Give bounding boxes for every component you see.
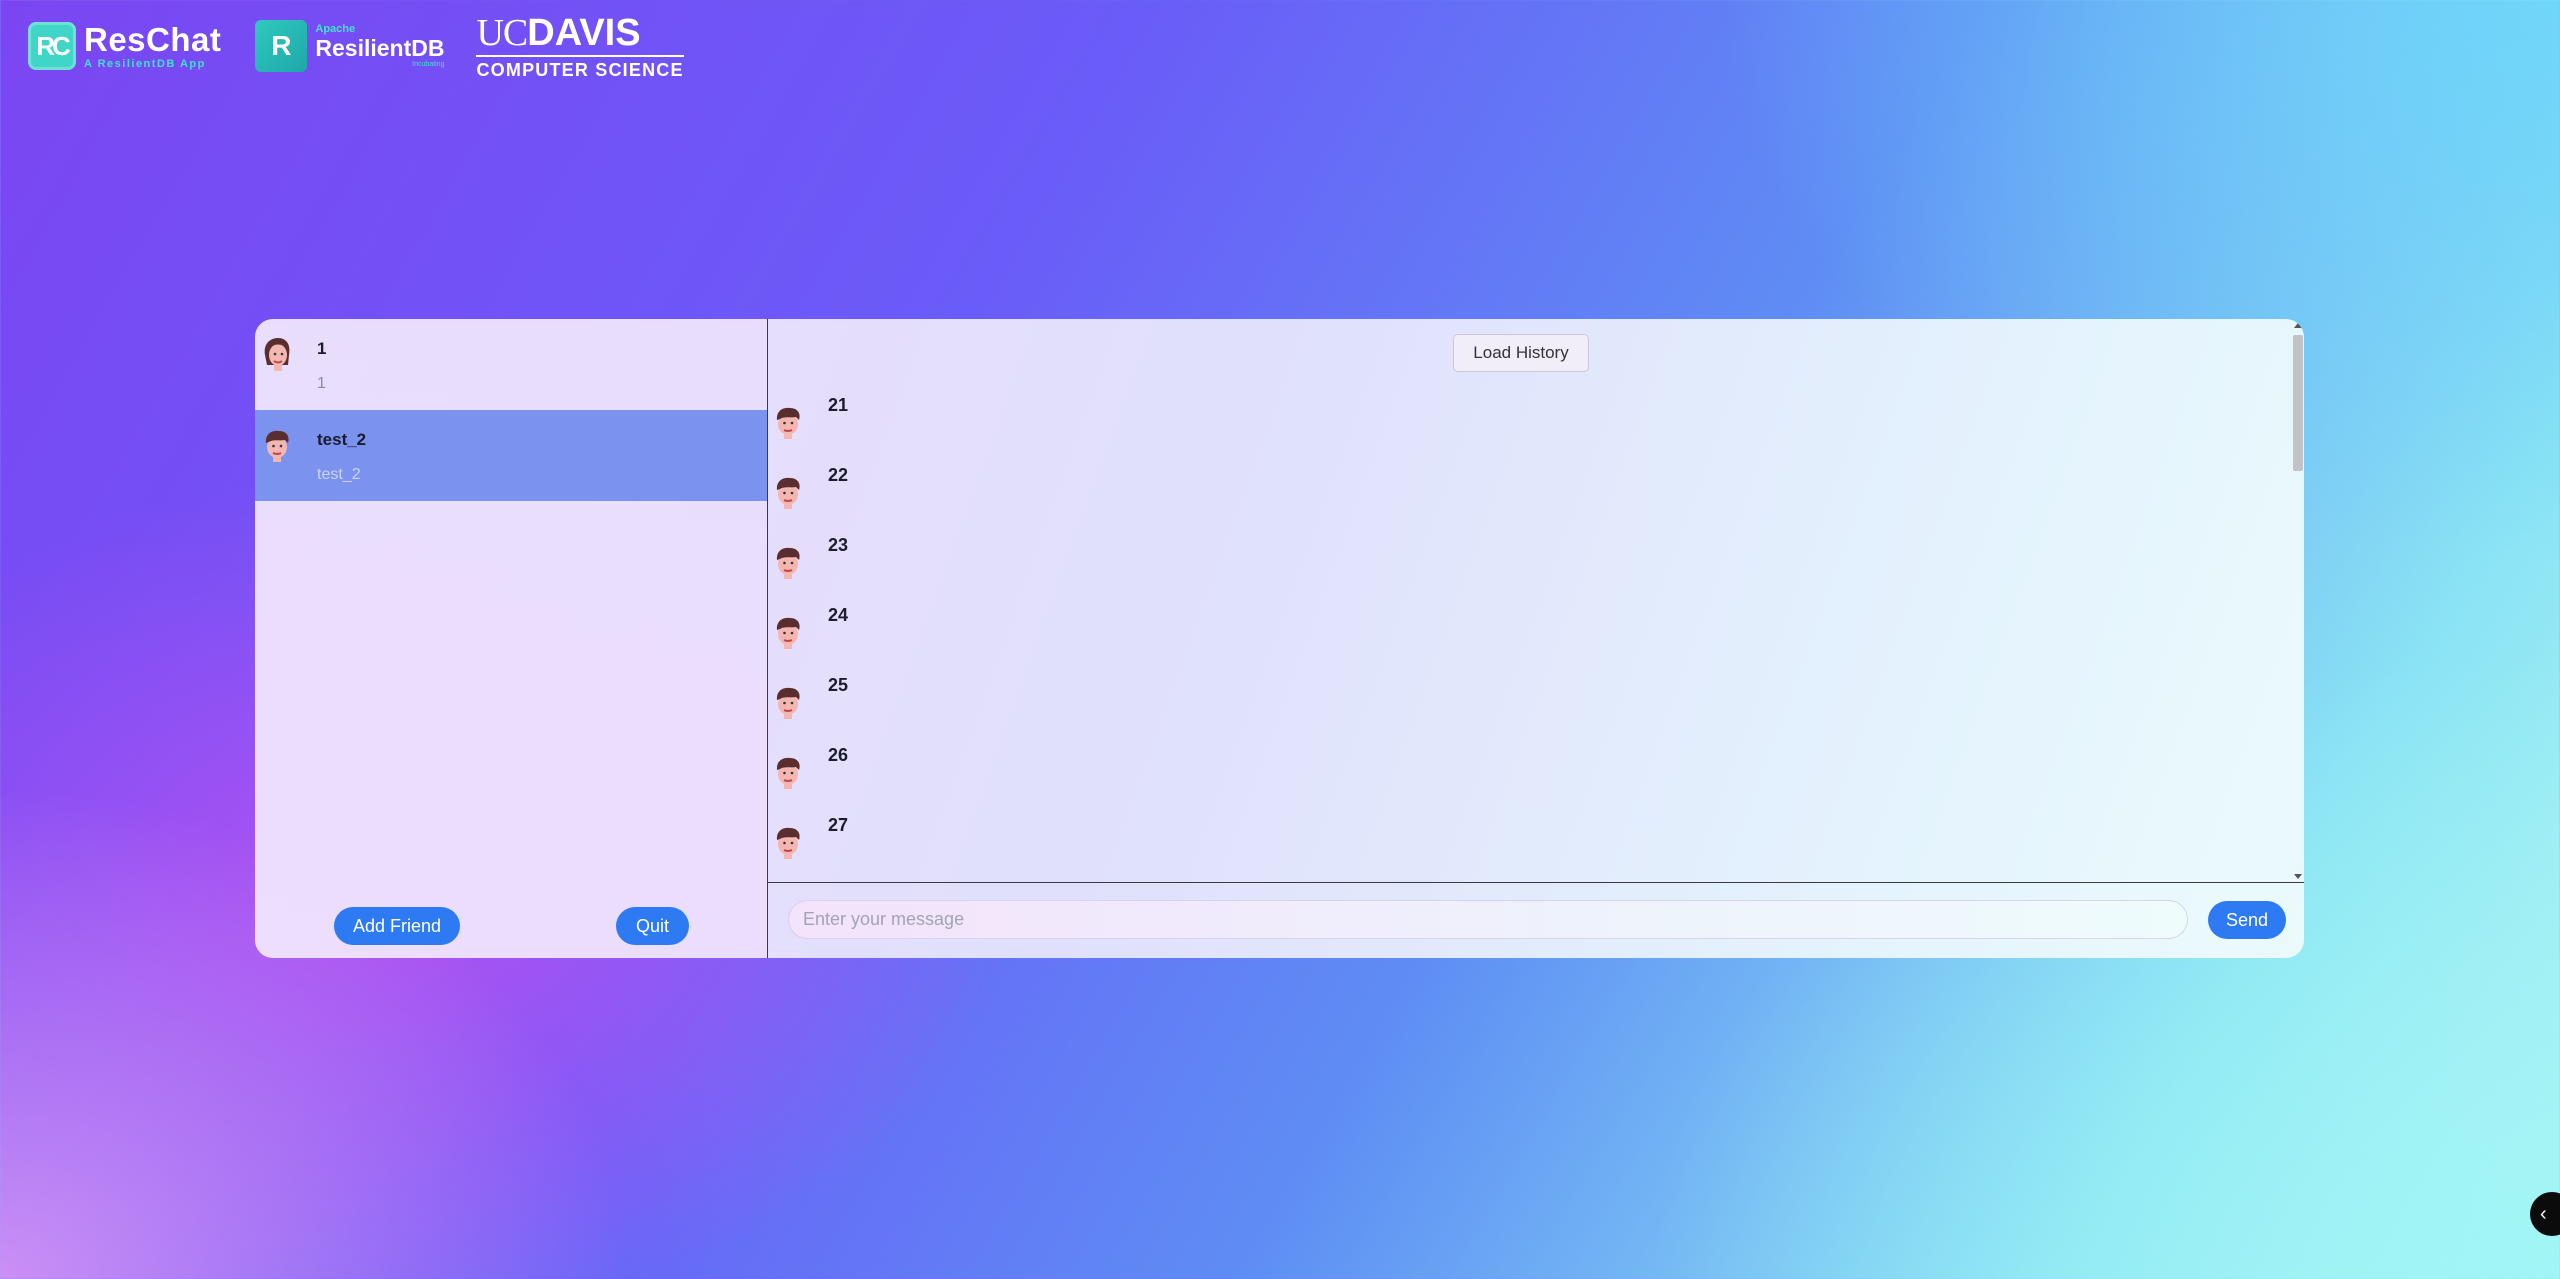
resilientdb-title: ResilientDB bbox=[315, 35, 445, 61]
message-text: 27 bbox=[828, 815, 849, 835]
male-avatar-icon bbox=[772, 615, 804, 654]
resilientdb-incubating-label: Incubating bbox=[412, 61, 445, 68]
reschat-logo-icon: RC bbox=[28, 22, 76, 70]
scroll-up-icon[interactable] bbox=[2294, 323, 2302, 328]
male-avatar-icon bbox=[772, 405, 804, 444]
message-input[interactable] bbox=[788, 900, 2188, 939]
messages-scrollbar[interactable] bbox=[2292, 323, 2304, 879]
message-text: 24 bbox=[828, 605, 849, 625]
friends-actions: Add Friend Quit bbox=[255, 907, 767, 945]
scroll-thumb[interactable] bbox=[2293, 335, 2303, 471]
add-friend-button[interactable]: Add Friend bbox=[334, 907, 460, 945]
friend-name: 1 bbox=[317, 339, 327, 358]
friends-panel: 1 1 test_2 test_2 Add Friend Quit bbox=[255, 319, 768, 958]
message-text: 23 bbox=[828, 535, 849, 555]
male-avatar-icon bbox=[772, 825, 804, 864]
ucdavis-divider bbox=[476, 54, 685, 57]
ucdavis-title: UCDAVIS bbox=[476, 11, 641, 54]
chevron-left-icon[interactable]: ‹ bbox=[2530, 1192, 2560, 1236]
load-history-button[interactable]: Load History bbox=[1453, 334, 1589, 372]
message-text: 25 bbox=[828, 675, 849, 695]
male-avatar-icon bbox=[772, 755, 804, 794]
message-text: 22 bbox=[828, 465, 849, 485]
message-text: 21 bbox=[828, 395, 849, 415]
reschat-title: ResChat bbox=[84, 20, 222, 58]
message-list-area: Load History 21 22 23 24 25 26 27 bbox=[768, 319, 2294, 882]
ucdavis-logo[interactable]: UCDAVIS COMPUTER SCIENCE bbox=[476, 11, 685, 80]
friend-subtitle: test_2 bbox=[317, 466, 361, 483]
friend-subtitle: 1 bbox=[317, 375, 326, 392]
reschat-logo[interactable]: RC ResChat A ResilientDB App bbox=[28, 22, 221, 70]
resilientdb-apache-label: Apache bbox=[315, 23, 356, 35]
male-avatar-icon bbox=[772, 545, 804, 584]
chat-panel: Load History 21 22 23 24 25 26 27 Send bbox=[768, 319, 2304, 958]
male-avatar-icon bbox=[772, 475, 804, 514]
resilientdb-logo-icon: R bbox=[255, 20, 308, 72]
chat-card: 1 1 test_2 test_2 Add Friend Quit Load H… bbox=[255, 319, 2304, 958]
female-avatar-icon bbox=[261, 337, 293, 376]
ucdavis-subtitle: COMPUTER SCIENCE bbox=[476, 59, 684, 80]
male-avatar-icon bbox=[261, 428, 293, 467]
friend-name: test_2 bbox=[317, 430, 367, 449]
friend-item-test-2[interactable]: test_2 test_2 bbox=[255, 410, 767, 501]
message-input-bar: Send bbox=[768, 882, 2304, 958]
reschat-subtitle: A ResilientDB App bbox=[84, 57, 206, 70]
send-button[interactable]: Send bbox=[2208, 901, 2286, 939]
scroll-down-icon[interactable] bbox=[2294, 874, 2302, 879]
male-avatar-icon bbox=[772, 685, 804, 724]
quit-button[interactable]: Quit bbox=[616, 907, 689, 945]
message-text: 26 bbox=[828, 745, 849, 765]
resilientdb-logo[interactable]: R Apache ResilientDB Incubating bbox=[255, 20, 444, 72]
friend-item-1[interactable]: 1 1 bbox=[255, 319, 767, 410]
header-logos: RC ResChat A ResilientDB App R Apache Re… bbox=[28, 11, 685, 80]
